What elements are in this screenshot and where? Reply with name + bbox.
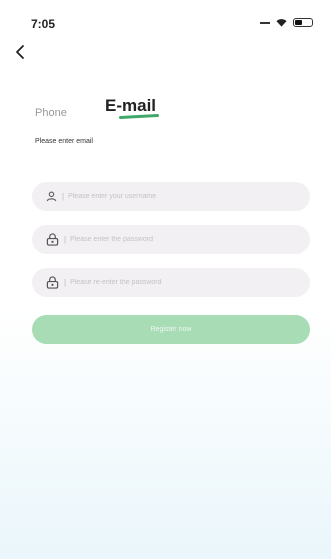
field-separator: | <box>64 235 67 244</box>
form-hint: Please enter email <box>35 138 93 145</box>
field-separator: | <box>62 192 65 201</box>
lock-icon <box>46 233 59 246</box>
status-icons <box>260 18 313 27</box>
active-tab-indicator <box>118 113 160 120</box>
username-field[interactable]: | <box>32 182 310 211</box>
status-time: 7:05 <box>31 17 56 31</box>
battery-icon <box>293 18 313 27</box>
confirm-password-input[interactable] <box>70 279 271 286</box>
status-bar: 7:05 <box>0 0 331 31</box>
password-input[interactable] <box>70 236 271 243</box>
username-input[interactable] <box>68 193 269 200</box>
tab-phone[interactable]: Phone <box>35 107 67 119</box>
tab-email[interactable]: E-mail <box>105 96 156 116</box>
signal-icon <box>260 21 270 24</box>
field-separator: | <box>64 278 67 287</box>
back-button[interactable] <box>11 42 31 62</box>
wifi-icon <box>276 19 287 27</box>
password-field[interactable]: | <box>32 225 310 254</box>
confirm-password-field[interactable]: | <box>32 268 310 297</box>
chevron-left-icon <box>16 45 24 59</box>
register-button[interactable]: Register now <box>32 315 310 344</box>
lock-icon <box>46 276 59 289</box>
user-icon <box>46 191 57 202</box>
